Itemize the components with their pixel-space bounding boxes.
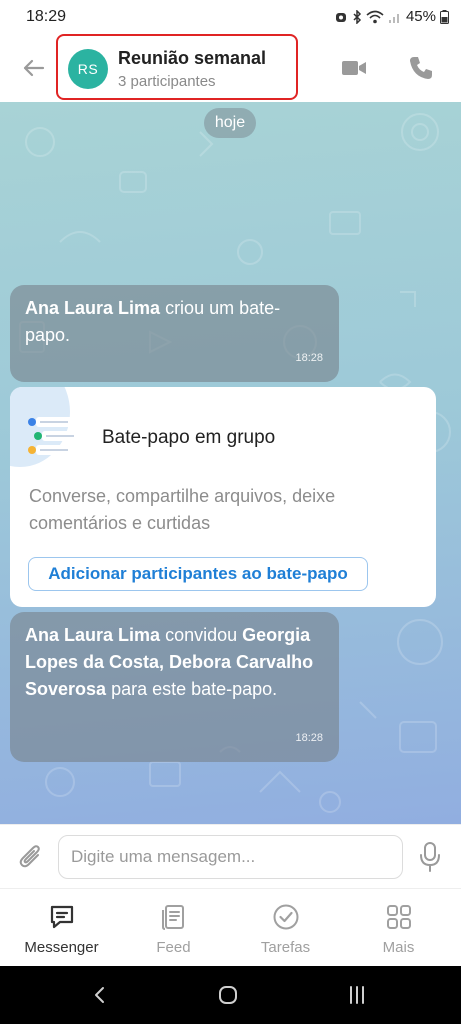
chat-title-area[interactable]: RS Reunião semanal 3 participantes: [56, 34, 298, 100]
paperclip-icon: [19, 845, 40, 868]
nav-messenger[interactable]: Messenger: [4, 889, 119, 967]
nav-feed[interactable]: Feed: [116, 889, 231, 967]
microphone-icon: [420, 842, 440, 872]
check-circle-icon: [273, 904, 298, 930]
chat-title: Reunião semanal: [118, 48, 267, 68]
chat-area[interactable]: hoje Ana Laura Lima criou um bate-papo. …: [0, 102, 461, 824]
nav-label: Feed: [156, 939, 191, 956]
voice-call-button[interactable]: [407, 54, 435, 82]
nav-label: Tarefas: [260, 939, 311, 956]
bluetooth-icon: [353, 9, 362, 24]
chat-header: RS Reunião semanal 3 participantes: [0, 34, 461, 102]
nav-label: Messenger: [24, 939, 99, 956]
message-author: Ana Laura Lima: [25, 298, 161, 318]
group-chat-card: Bate-papo em grupo Converse, compartilhe…: [10, 387, 436, 607]
message-time: 18:28: [295, 732, 323, 744]
feed-icon: [161, 905, 184, 930]
system-back-icon[interactable]: [90, 985, 110, 1005]
add-participants-button[interactable]: Adicionar participantes ao bate-papo: [28, 557, 368, 591]
signal-icon: [388, 13, 399, 23]
microphone-button[interactable]: [418, 841, 442, 873]
nav-more[interactable]: Mais: [341, 889, 456, 967]
status-bar: 18:29 45%: [0, 0, 461, 34]
message-input[interactable]: [58, 835, 403, 879]
card-title: Bate-papo em grupo: [102, 427, 276, 448]
group-chat-icon: [28, 417, 82, 455]
avatar: RS: [68, 49, 108, 89]
message-text: para este bate-papo.: [111, 679, 278, 699]
grid-icon: [386, 905, 411, 929]
message-text: convidou: [165, 625, 238, 645]
system-message: Ana Laura Lima criou um bate-papo. 18:28: [10, 285, 339, 382]
card-description: Converse, compartilhe arquivos, deixe co…: [29, 486, 336, 533]
system-recents-icon[interactable]: [347, 985, 367, 1005]
system-home-icon[interactable]: [218, 985, 238, 1005]
status-time: 18:29: [26, 8, 67, 25]
message-composer: [0, 824, 461, 888]
participants-count: 3 participantes: [118, 73, 216, 90]
nav-label: Mais: [382, 939, 415, 956]
alarm-icon: [335, 12, 346, 22]
system-navigation-bar: [0, 966, 461, 1024]
phone-icon: [410, 57, 432, 79]
status-icons: 45%: [334, 8, 449, 25]
video-camera-icon: [342, 61, 366, 75]
arrow-left-icon: [23, 59, 45, 77]
system-message: Ana Laura Lima convidou Georgia Lopes da…: [10, 612, 339, 762]
message-author: Ana Laura Lima: [25, 625, 161, 645]
bottom-navigation: Messenger Feed Tarefas Mais: [0, 888, 461, 966]
message-time: 18:28: [295, 352, 323, 364]
back-button[interactable]: [20, 54, 48, 82]
video-call-button[interactable]: [340, 56, 368, 80]
attach-button[interactable]: [18, 843, 44, 871]
battery-percent: 45%: [405, 8, 436, 25]
battery-icon: [440, 9, 449, 24]
nav-tasks[interactable]: Tarefas: [228, 889, 343, 967]
date-separator: hoje: [204, 108, 256, 138]
wifi-icon: [366, 10, 384, 23]
chat-bubble-icon: [50, 905, 73, 929]
